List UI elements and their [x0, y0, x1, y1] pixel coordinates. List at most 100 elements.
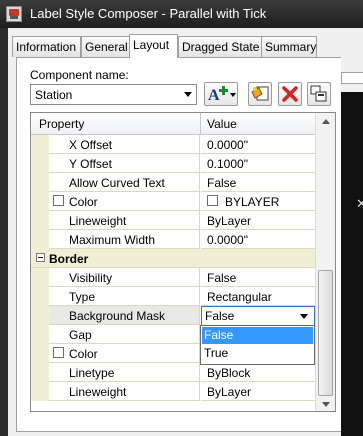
row-gutter [31, 344, 49, 363]
property-row-linetype[interactable]: Linetype ByBlock [31, 363, 315, 382]
title-bar: Label Style Composer - Parallel with Tic… [0, 0, 363, 28]
chevron-down-icon [300, 314, 308, 319]
dropdown-list: False True [200, 325, 315, 365]
scroll-thumb[interactable] [318, 270, 333, 396]
property-row-maximum-width[interactable]: Maximum Width 0.0000" [31, 230, 315, 249]
property-row-lineweight[interactable]: Lineweight ByLayer [31, 211, 315, 230]
property-name: Y Offset [69, 157, 112, 171]
background-field [341, 72, 363, 84]
property-name: Lineweight [69, 385, 127, 399]
app-icon [6, 6, 22, 22]
row-gutter [31, 192, 49, 211]
property-value-cell[interactable]: ByLayer [201, 382, 315, 401]
component-draw-order-button[interactable] [307, 82, 331, 106]
column-separator [200, 113, 201, 135]
dialog-body: Information General Layout Dragged State… [8, 28, 363, 436]
property-name-cell: Maximum Width [49, 230, 200, 249]
property-value: ByLayer [207, 214, 252, 228]
dropdown-option-false[interactable]: False [202, 327, 313, 344]
row-gutter [31, 211, 49, 230]
grid-header: Property Value [31, 113, 315, 135]
property-value-cell[interactable]: Rectangular [201, 287, 315, 306]
property-name-cell: X Offset [49, 135, 200, 154]
background-drawing-area: ✕ [341, 40, 363, 436]
property-value-cell[interactable]: False [201, 173, 315, 192]
property-value-cell[interactable]: ByBlock [201, 363, 315, 382]
color-checkbox[interactable] [53, 195, 64, 206]
property-name: Color [69, 195, 98, 209]
svg-text:A: A [208, 87, 220, 104]
tab-label: Layout [133, 38, 170, 52]
dropdown-option-true[interactable]: True [202, 345, 313, 362]
property-value: 0.0000" [207, 233, 248, 247]
property-name: Visibility [69, 271, 113, 285]
property-row-visibility[interactable]: Visibility False [31, 268, 315, 287]
tab-layout[interactable]: Layout [129, 34, 178, 58]
window-title: Label Style Composer - Parallel with Tic… [30, 6, 267, 21]
property-value-cell[interactable]: 0.1000" [201, 154, 315, 173]
property-name: Background Mask [69, 309, 166, 323]
row-gutter [31, 306, 49, 325]
property-value-cell[interactable]: BYLAYER [201, 192, 315, 211]
copy-component-button[interactable] [248, 82, 272, 106]
collapse-icon[interactable] [36, 253, 45, 262]
property-name: Color [69, 347, 98, 361]
value-column-header[interactable]: Value [207, 117, 237, 131]
tab-summary[interactable]: Summary [261, 36, 317, 57]
property-name-cell: Linetype [49, 363, 200, 382]
property-name-cell: Y Offset [49, 154, 200, 173]
color-checkbox[interactable] [53, 347, 64, 358]
tab-information[interactable]: Information [12, 36, 81, 57]
row-gutter [31, 230, 49, 249]
property-name-cell: Visibility [49, 268, 200, 287]
property-value-cell[interactable]: False [201, 268, 315, 287]
preview-viewport: ✕ [341, 92, 363, 436]
scroll-down-icon[interactable] [322, 402, 330, 407]
property-row-lineweight[interactable]: Lineweight ByLayer [31, 382, 315, 401]
property-name: Lineweight [69, 214, 127, 228]
scroll-up-icon[interactable] [322, 119, 330, 124]
background-mask-dropdown[interactable]: False [201, 306, 315, 326]
property-name-cell: Color [49, 192, 200, 211]
tab-label: Dragged State [182, 40, 260, 54]
row-gutter [31, 382, 49, 401]
property-value: ByBlock [207, 366, 251, 380]
property-value: Rectangular [207, 290, 272, 304]
property-grid: Property Value X Offset 0.0000" Y Offset… [30, 112, 336, 412]
row-gutter [31, 363, 49, 382]
tab-label: General [85, 40, 128, 54]
property-name-cell: Lineweight [49, 382, 200, 401]
property-name: Gap [69, 328, 92, 342]
add-component-button[interactable]: A [204, 82, 238, 106]
component-draw-order-icon [310, 85, 327, 102]
property-name: Linetype [69, 366, 115, 380]
dropdown-selected-value: False [205, 309, 235, 323]
tab-general[interactable]: General [81, 36, 130, 57]
property-row-type[interactable]: Type Rectangular [31, 287, 315, 306]
property-value: 0.1000" [207, 157, 248, 171]
property-name-cell: Allow Curved Text [49, 173, 200, 192]
component-name-combo[interactable]: Station [30, 84, 197, 105]
tab-label: Summary [265, 40, 317, 54]
property-column-header[interactable]: Property [39, 117, 84, 131]
property-value: 0.0000" [207, 138, 248, 152]
row-gutter [31, 154, 49, 173]
property-row-y-offset[interactable]: Y Offset 0.1000" [31, 154, 315, 173]
property-value-cell[interactable]: 0.0000" [201, 135, 315, 154]
property-name-cell: Gap [49, 325, 200, 344]
property-name-cell: Type [49, 287, 200, 306]
vertical-scrollbar[interactable] [315, 113, 335, 411]
copy-component-icon [251, 86, 269, 101]
row-gutter [31, 268, 49, 287]
crosshair-icon: ✕ [356, 196, 363, 211]
property-row-allow-curved-text[interactable]: Allow Curved Text False [31, 173, 315, 192]
delete-component-button[interactable] [278, 82, 302, 106]
property-value-cell[interactable]: 0.0000" [201, 230, 315, 249]
property-value: False [207, 176, 237, 190]
property-row-x-offset[interactable]: X Offset 0.0000" [31, 135, 315, 154]
property-name: X Offset [69, 138, 113, 152]
property-value-cell[interactable]: ByLayer [201, 211, 315, 230]
tab-dragged-state[interactable]: Dragged State [178, 36, 262, 57]
category-border[interactable]: Border [31, 249, 315, 268]
property-row-color[interactable]: Color BYLAYER [31, 192, 315, 211]
